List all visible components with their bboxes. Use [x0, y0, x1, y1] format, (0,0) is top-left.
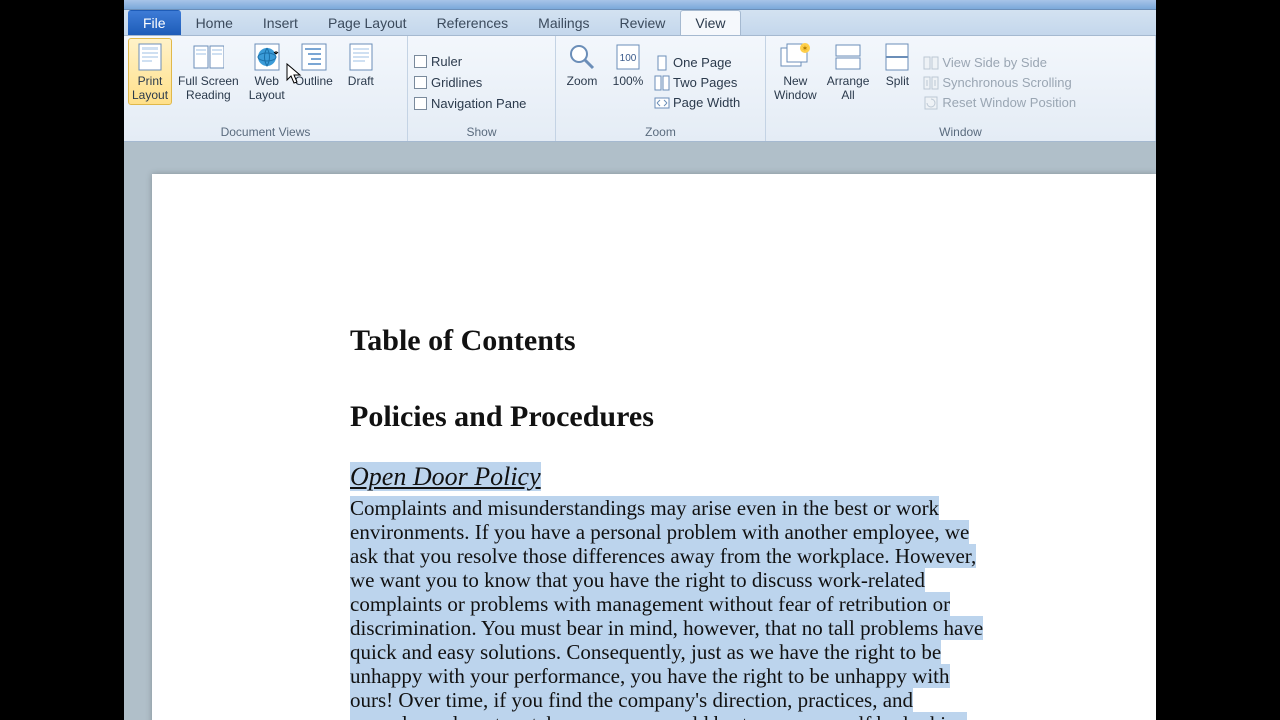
group-document-views: Print Layout Full Screen Reading Web Lay…	[124, 36, 408, 141]
arrange-all-icon	[832, 41, 864, 73]
open-door-body: Complaints and misunderstandings may ari…	[350, 496, 983, 720]
new-window-button[interactable]: ✶ New Window	[770, 38, 821, 105]
checkbox-icon	[414, 97, 427, 110]
tab-insert[interactable]: Insert	[248, 10, 313, 35]
group-document-views-label: Document Views	[128, 125, 403, 140]
tab-page-layout[interactable]: Page Layout	[313, 10, 422, 35]
checkbox-icon	[414, 55, 427, 68]
draft-label: Draft	[348, 74, 374, 88]
page-width-label: Page Width	[673, 95, 740, 110]
zoom-icon	[566, 41, 598, 73]
side-by-side-icon	[923, 55, 939, 71]
tab-file[interactable]: File	[128, 10, 181, 35]
sync-scroll-icon	[923, 75, 939, 91]
split-icon	[881, 41, 913, 73]
heading-open-door: Open Door Policy	[350, 462, 541, 491]
group-zoom-label: Zoom	[560, 125, 761, 140]
side-by-side-label: View Side by Side	[942, 55, 1047, 70]
web-layout-button[interactable]: Web Layout	[245, 38, 289, 105]
group-zoom: Zoom 100 100% One Page Two Pages Page Wi…	[556, 36, 766, 141]
one-page-icon	[654, 55, 670, 71]
page-width-button[interactable]: Page Width	[652, 93, 742, 113]
tab-mailings[interactable]: Mailings	[523, 10, 604, 35]
ribbon: Print Layout Full Screen Reading Web Lay…	[124, 36, 1156, 142]
print-layout-label: Print Layout	[132, 74, 168, 102]
ruler-checkbox[interactable]: Ruler	[412, 51, 528, 72]
nav-pane-label: Navigation Pane	[431, 96, 526, 111]
one-page-button[interactable]: One Page	[652, 53, 742, 73]
print-layout-icon	[134, 41, 166, 73]
group-window: ✶ New Window Arrange All Split	[766, 36, 1156, 141]
svg-text:100: 100	[620, 53, 637, 64]
two-pages-icon	[654, 75, 670, 91]
zoom-label: Zoom	[567, 74, 598, 88]
svg-text:✶: ✶	[802, 44, 809, 53]
reset-window-position-button: Reset Window Position	[921, 93, 1078, 113]
gridlines-label: Gridlines	[431, 75, 482, 90]
synchronous-scrolling-button: Synchronous Scrolling	[921, 73, 1078, 93]
tab-home[interactable]: Home	[181, 10, 248, 35]
outline-icon	[298, 41, 330, 73]
new-window-label: New Window	[774, 74, 817, 102]
new-window-icon: ✶	[779, 41, 811, 73]
document-area[interactable]: Table of Contents Policies and Procedure…	[124, 142, 1156, 720]
page-width-icon	[654, 95, 670, 111]
two-pages-button[interactable]: Two Pages	[652, 73, 742, 93]
hundred-percent-label: 100%	[613, 74, 644, 88]
two-pages-label: Two Pages	[673, 75, 737, 90]
gridlines-checkbox[interactable]: Gridlines	[412, 72, 528, 93]
hundred-percent-button[interactable]: 100 100%	[606, 38, 650, 91]
checkbox-icon	[414, 76, 427, 89]
tab-review[interactable]: Review	[605, 10, 681, 35]
group-show-label: Show	[412, 125, 551, 140]
outline-label: Outline	[295, 74, 333, 88]
sync-scroll-label: Synchronous Scrolling	[942, 75, 1071, 90]
outline-button[interactable]: Outline	[291, 38, 337, 91]
navigation-pane-checkbox[interactable]: Navigation Pane	[412, 93, 528, 114]
reset-position-label: Reset Window Position	[942, 95, 1076, 110]
page: Table of Contents Policies and Procedure…	[152, 174, 1156, 720]
group-window-label: Window	[770, 125, 1151, 140]
ribbon-tabs: File Home Insert Page Layout References …	[124, 10, 1156, 36]
print-layout-button[interactable]: Print Layout	[128, 38, 172, 105]
full-screen-reading-icon	[192, 41, 224, 73]
hundred-percent-icon: 100	[612, 41, 644, 73]
ruler-label: Ruler	[431, 54, 462, 69]
heading-toc: Table of Contents	[350, 324, 986, 358]
app-window: File Home Insert Page Layout References …	[124, 0, 1156, 720]
split-button[interactable]: Split	[875, 38, 919, 91]
split-label: Split	[886, 74, 909, 88]
tab-view[interactable]: View	[680, 10, 740, 35]
view-side-by-side-button: View Side by Side	[921, 53, 1078, 73]
arrange-all-button[interactable]: Arrange All	[823, 38, 874, 105]
heading-policies: Policies and Procedures	[350, 400, 986, 434]
web-layout-icon	[251, 41, 283, 73]
reset-position-icon	[923, 95, 939, 111]
draft-button[interactable]: Draft	[339, 38, 383, 91]
title-bar	[124, 0, 1156, 10]
one-page-label: One Page	[673, 55, 732, 70]
web-layout-label: Web Layout	[249, 74, 285, 102]
group-show: Ruler Gridlines Navigation Pane Show	[408, 36, 556, 141]
arrange-all-label: Arrange All	[827, 74, 870, 102]
full-screen-reading-label: Full Screen Reading	[178, 74, 239, 102]
full-screen-reading-button[interactable]: Full Screen Reading	[174, 38, 243, 105]
tab-references[interactable]: References	[422, 10, 524, 35]
draft-icon	[345, 41, 377, 73]
zoom-button[interactable]: Zoom	[560, 38, 604, 91]
